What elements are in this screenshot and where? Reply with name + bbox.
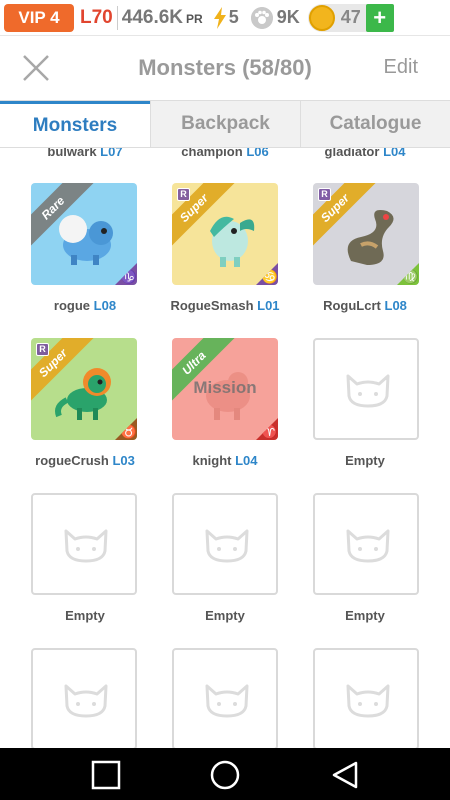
edit-button[interactable]: Edit: [384, 56, 418, 79]
cat-face-icon: [346, 374, 390, 408]
monster-grid[interactable]: bulwark L07 champion L06 gladiator L04 R…: [0, 148, 450, 748]
gold-value: 47: [340, 7, 361, 27]
paw-counter[interactable]: 9K: [250, 6, 300, 29]
monster-name: RoguLcrt: [323, 298, 381, 313]
add-gold-button[interactable]: +: [365, 3, 394, 32]
r-badge: R: [36, 343, 49, 356]
r-badge: R: [318, 188, 331, 201]
gold-coin-icon: [308, 4, 335, 31]
empty-slot[interactable]: [31, 493, 137, 595]
cut-row-label: gladiator L04: [290, 148, 440, 159]
monster-card[interactable]: R Super ♋: [172, 183, 278, 285]
energy-counter[interactable]: 5: [213, 6, 239, 29]
page-title: Monsters (58/80): [138, 55, 312, 80]
empty-slot[interactable]: [313, 648, 419, 748]
system-nav-bar: [0, 748, 450, 800]
tab-catalogue[interactable]: Catalogue: [300, 101, 450, 147]
cat-face-icon: [64, 529, 108, 563]
monster-level: L04: [235, 453, 258, 468]
empty-slot[interactable]: [31, 648, 137, 748]
empty-label: Empty: [65, 608, 105, 623]
cat-face-icon: [205, 684, 249, 718]
cut-row-label: bulwark L07: [10, 148, 160, 159]
monster-card[interactable]: R Super ♉: [31, 338, 137, 440]
page-header: Monsters (58/80) Edit: [0, 36, 450, 100]
monster-card[interactable]: Rare ♑: [31, 183, 137, 285]
monster-name: bulwark: [47, 148, 97, 159]
monster-level: L01: [257, 298, 280, 313]
tab-monsters[interactable]: Monsters: [0, 101, 150, 147]
r-badge: R: [177, 188, 190, 201]
vip-badge[interactable]: VIP 4: [4, 3, 74, 32]
back-icon[interactable]: [330, 760, 360, 790]
energy-value: 5: [228, 7, 239, 27]
monster-level: L06: [246, 148, 269, 159]
tab-bar: Monsters Backpack Catalogue: [0, 100, 450, 148]
monster-name: rogue: [53, 298, 91, 313]
monster-label: RoguLcrt L08: [290, 298, 440, 313]
empty-slot[interactable]: [313, 493, 419, 595]
monster-card[interactable]: Mission Ultra ♈: [172, 338, 278, 440]
home-icon[interactable]: [210, 760, 240, 790]
empty-label: Empty: [345, 453, 385, 468]
monster-level: L07: [100, 148, 123, 159]
close-icon[interactable]: [20, 52, 52, 84]
monster-level: L08: [384, 298, 407, 313]
monster-level: L08: [93, 298, 117, 313]
monster-name: RogueSmash: [170, 298, 254, 313]
gold-counter[interactable]: 47 +: [307, 3, 394, 32]
monster-label: rogueCrush L03: [10, 453, 160, 468]
paw-value: 9K: [276, 7, 300, 27]
monster-name: gladiator: [324, 148, 380, 159]
cut-row-label: champion L06: [150, 148, 300, 159]
empty-slot[interactable]: [313, 338, 419, 440]
monster-name: knight: [192, 453, 232, 468]
cat-face-icon: [346, 529, 390, 563]
player-level: L70: [80, 6, 113, 28]
empty-slot[interactable]: [172, 648, 278, 748]
power-unit: PR: [186, 11, 203, 26]
monster-name: rogueCrush: [35, 453, 109, 468]
monster-label: RogueSmash L01: [150, 298, 300, 313]
monster-label: rogue L08: [10, 298, 160, 313]
cat-face-icon: [346, 684, 390, 718]
divider: [116, 5, 118, 30]
status-bar: VIP 4 L70 446.6K PR 5 9K 47 +: [0, 0, 450, 36]
empty-slot[interactable]: [172, 493, 278, 595]
power-value: 446.6K: [121, 6, 184, 28]
cat-face-icon: [64, 684, 108, 718]
monster-level: L03: [112, 453, 135, 468]
monster-name: champion: [181, 148, 243, 159]
monster-label: knight L04: [150, 453, 300, 468]
empty-label: Empty: [205, 608, 245, 623]
empty-label: Empty: [345, 608, 385, 623]
lightning-icon: [213, 6, 226, 29]
cat-face-icon: [205, 529, 249, 563]
power-rating: 446.6K PR: [122, 7, 203, 29]
monster-level: L04: [383, 148, 406, 159]
paw-icon: [250, 6, 273, 29]
recents-icon[interactable]: [91, 760, 121, 790]
tab-backpack[interactable]: Backpack: [150, 101, 300, 147]
monster-card[interactable]: R Super ♍: [313, 183, 419, 285]
